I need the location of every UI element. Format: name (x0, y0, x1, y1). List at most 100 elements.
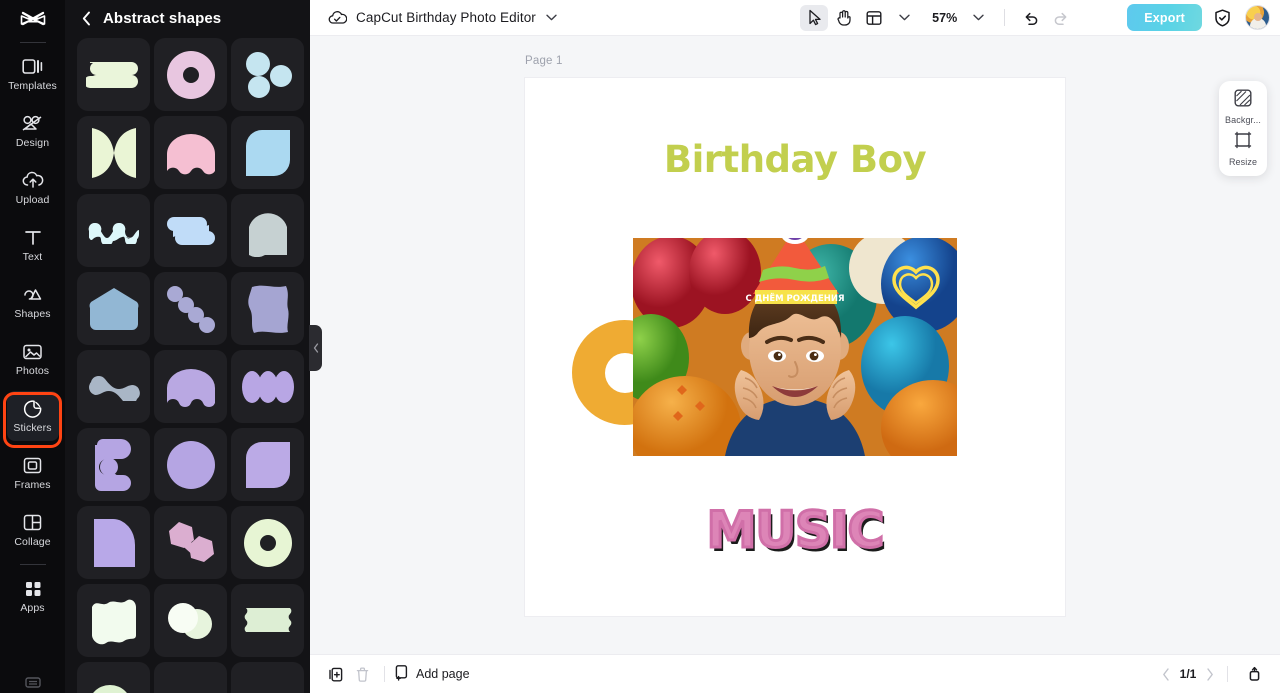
background-tool[interactable]: Backgr... (1220, 89, 1266, 125)
shape-cell-donut-pink[interactable] (154, 38, 227, 111)
shape-cell-leaf-corner-blue[interactable] (231, 116, 304, 189)
sidebar-label: Design (15, 137, 50, 149)
shape-cell-triple-lobe-violet[interactable] (231, 350, 304, 423)
shape-cell-bowtie-h-blue[interactable] (154, 194, 227, 267)
design-title-text[interactable]: Birthday Boy (525, 138, 1065, 181)
add-page-button[interactable]: Add page (394, 664, 470, 684)
sidebar-label: Shapes (14, 308, 51, 320)
abstract-shapes-panel: Abstract shapes (65, 0, 322, 693)
shape-cell-quarter-arc-violet[interactable] (77, 506, 150, 579)
left-nav-rail: Templates Design Upload Text Shapes Phot… (0, 0, 65, 693)
shape-cell-bone-gray[interactable] (77, 350, 150, 423)
sidebar-item-photos[interactable]: Photos (7, 334, 59, 384)
sidebar-item-text[interactable]: Text (7, 220, 59, 270)
sidebar-item-frames[interactable]: Frames (7, 448, 59, 498)
back-chevron-left-icon[interactable] (79, 9, 93, 27)
shape-cell-bead-chain-violet[interactable] (154, 272, 227, 345)
document-title[interactable]: CapCut Birthday Photo Editor (356, 10, 536, 25)
sidebar-label: Collage (14, 536, 51, 548)
shape-cell-arch-drip-violet[interactable] (154, 350, 227, 423)
design-word-text[interactable]: MUSIC (525, 500, 1065, 561)
birthday-photo[interactable]: С ДНЁМ РОЖДЕНИЯ (633, 238, 957, 456)
panel-header: Abstract shapes (65, 0, 310, 36)
shapes-icon (22, 284, 44, 305)
add-page-label: Add page (416, 667, 470, 681)
rail-bottom-icon[interactable] (0, 675, 65, 689)
hand-tool-button[interactable] (830, 5, 858, 31)
shape-cell-blob-square-violet[interactable] (231, 272, 304, 345)
shape-cell-circle-violet[interactable] (154, 428, 227, 501)
shape-cell-pentagon-blue[interactable] (77, 272, 150, 345)
shape-cell-triple-circle-blue[interactable] (231, 38, 304, 111)
sidebar-item-design[interactable]: Design (7, 106, 59, 156)
sidebar-item-apps[interactable]: Apps (7, 571, 59, 621)
shape-cell-wave-square-white[interactable] (77, 584, 150, 657)
sidebar-item-shapes[interactable]: Shapes (7, 277, 59, 327)
panel-collapse-toggle[interactable] (309, 325, 322, 371)
sidebar-item-collage[interactable]: Collage (7, 505, 59, 555)
top-toolbar: CapCut Birthday Photo Editor 57% Export (310, 0, 1280, 36)
shield-check-icon[interactable] (1209, 5, 1235, 31)
bottom-toolbar: Add page 1/1 (310, 654, 1280, 693)
toolbar-divider (1004, 9, 1006, 26)
timeline-icon[interactable] (1241, 661, 1267, 687)
capcut-logo-icon[interactable] (14, 6, 52, 36)
layout-chevron-down-icon[interactable] (890, 5, 918, 31)
shape-cell-two-circles-white[interactable] (154, 584, 227, 657)
sidebar-item-upload[interactable]: Upload (7, 163, 59, 213)
sidebar-label: Apps (20, 602, 45, 614)
photo-composition: С ДНЁМ РОЖДЕНИЯ (525, 238, 1065, 468)
text-icon (22, 227, 44, 248)
shape-cell-stack-blob-violet[interactable] (77, 428, 150, 501)
resize-label: Resize (1228, 157, 1258, 167)
sidebar-label: Upload (15, 194, 50, 206)
sidebar-label: Stickers (13, 422, 52, 434)
resize-icon (1234, 131, 1252, 154)
zoom-level-value[interactable]: 57% (932, 11, 957, 25)
undo-button[interactable] (1017, 5, 1045, 31)
hat-text: С ДНЁМ РОЖДЕНИЯ (745, 293, 844, 304)
bottom-divider (384, 666, 385, 682)
layout-tool-button[interactable] (860, 5, 888, 31)
prev-page-button[interactable] (1162, 667, 1170, 681)
shape-cell-bowtie-h-green[interactable] (77, 38, 150, 111)
bottom-divider-right (1227, 666, 1228, 682)
upload-icon (22, 170, 44, 191)
shape-cell-hex-pair-pink[interactable] (154, 506, 227, 579)
photos-icon (22, 341, 44, 362)
shape-cell-donut-lime[interactable] (231, 506, 304, 579)
select-tool-button[interactable] (800, 4, 829, 31)
shape-cell-arch-drip-pink[interactable] (154, 116, 227, 189)
user-avatar[interactable] (1245, 5, 1270, 30)
page-label: Page 1 (525, 55, 563, 67)
design-page[interactable]: Birthday Boy С ДНЁМ РОЖДЕНИЯ MUSIC (525, 78, 1065, 616)
shape-cell-hourglass-green[interactable] (77, 116, 150, 189)
toolbar-right-group: Export (1119, 4, 1270, 31)
background-icon (1234, 89, 1252, 112)
toolbar-center-group: 57% (800, 4, 1075, 31)
shape-cell-circle-lime[interactable] (77, 662, 150, 693)
resize-tool[interactable]: Resize (1220, 131, 1266, 167)
canvas-area: Page 1 Birthday Boy С ДНЁМ РОЖДЕНИЯ MUSI… (310, 36, 1280, 654)
shape-cell-ripple-bar-green[interactable] (231, 584, 304, 657)
shape-cell-wave-bar-cyan[interactable] (77, 194, 150, 267)
sidebar-label: Frames (14, 479, 51, 491)
panel-title: Abstract shapes (103, 9, 222, 27)
next-page-button[interactable] (1206, 667, 1214, 681)
sidebar-item-stickers[interactable]: Stickers (6, 391, 59, 441)
page-indicator: 1/1 (1179, 667, 1197, 681)
duplicate-page-icon[interactable] (323, 661, 349, 687)
sidebar-label: Text (22, 251, 43, 263)
rail-divider-bottom (19, 564, 46, 565)
shape-cell-wave-top-teal[interactable] (231, 662, 304, 693)
sidebar-item-templates[interactable]: Templates (7, 49, 59, 99)
stickers-icon (22, 398, 44, 419)
zoom-chevron-down-icon[interactable] (964, 5, 992, 31)
export-button[interactable]: Export (1127, 4, 1202, 31)
redo-button[interactable] (1047, 5, 1075, 31)
title-chevron-down-icon[interactable] (546, 14, 557, 21)
shape-cell-half-bowl-cream[interactable] (154, 662, 227, 693)
shape-cell-arch-gray[interactable] (231, 194, 304, 267)
shape-cell-leaf-corner-violet[interactable] (231, 428, 304, 501)
trash-icon[interactable] (349, 661, 375, 687)
